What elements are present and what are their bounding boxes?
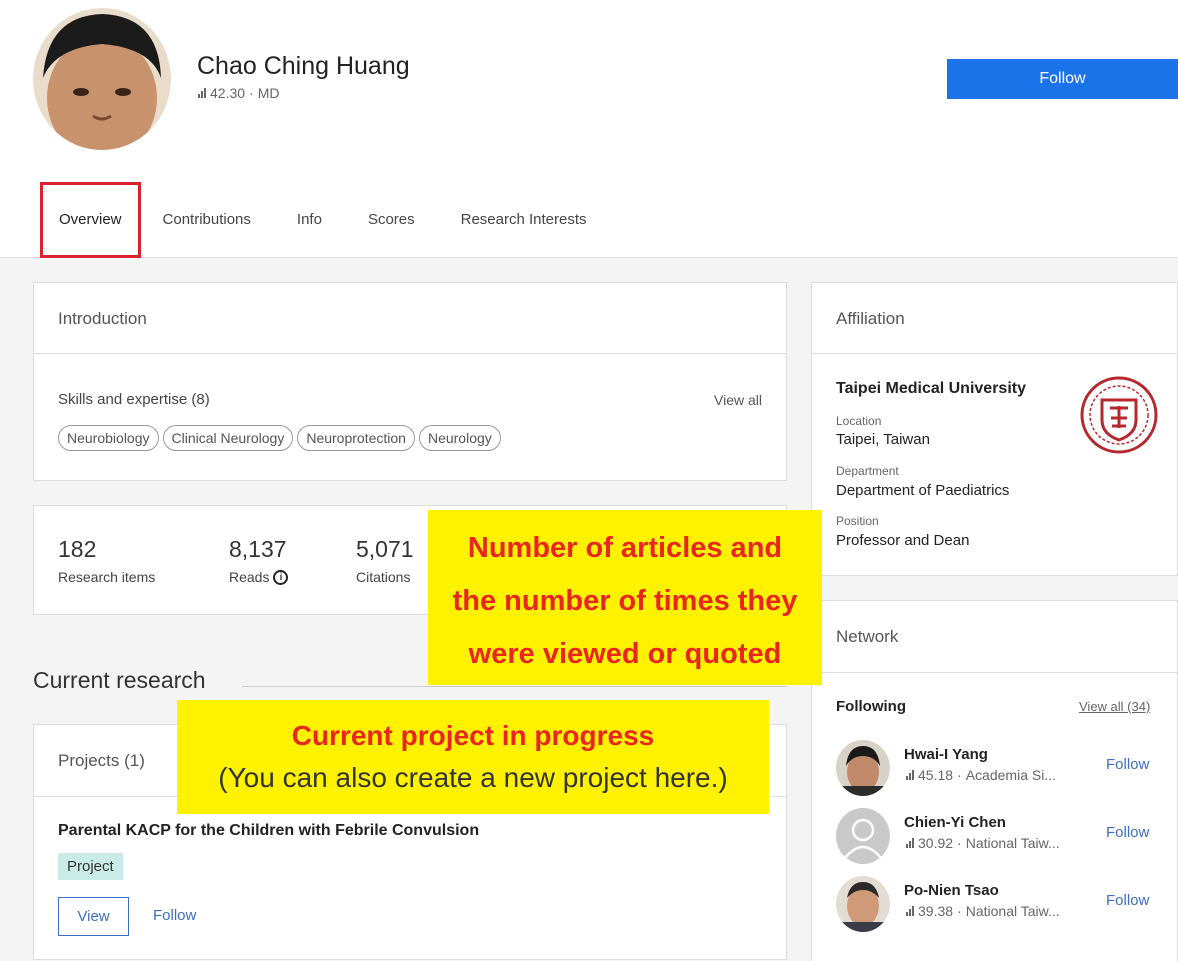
callout-line: the number of times they xyxy=(452,585,798,617)
skill-chip[interactable]: Clinical Neurology xyxy=(162,425,294,451)
info-icon[interactable]: i xyxy=(273,569,289,585)
score-bars-icon xyxy=(198,88,206,98)
person-follow-link[interactable]: Follow xyxy=(1106,756,1149,773)
skills-title: Skills and expertise (8) xyxy=(58,391,210,408)
stat-citations[interactable]: 5,071 Citations xyxy=(356,536,414,585)
current-research-heading: Current research xyxy=(33,667,206,693)
stats-annotation-callout: Number of articles and the number of tim… xyxy=(428,510,822,685)
score-bars-icon xyxy=(906,906,914,916)
heading-rule xyxy=(242,686,787,687)
affiliation-card: Affiliation Taipei Medical University Lo… xyxy=(811,282,1178,576)
stat-value: 5,071 xyxy=(356,536,414,562)
callout-title: Current project in progress xyxy=(291,720,655,751)
person-meta: 45.18 · Academia Si... xyxy=(906,767,1056,783)
stat-value: 8,137 xyxy=(229,536,287,562)
affiliation-title: Affiliation xyxy=(836,309,905,328)
person-name: Hwai-I Yang xyxy=(904,746,988,763)
projects-title: Projects (1) xyxy=(58,751,145,770)
skills-view-all-link[interactable]: View all xyxy=(714,392,762,408)
callout-subtitle: (You can also create a new project here.… xyxy=(218,762,728,793)
introduction-card: Introduction Skills and expertise (8) Vi… xyxy=(33,282,787,481)
tab-research-interests[interactable]: Research Interests xyxy=(445,182,603,258)
person-name: Po-Nien Tsao xyxy=(904,882,999,899)
callout-line: Number of articles and xyxy=(467,532,783,564)
stat-label: Reads i xyxy=(229,569,289,585)
profile-score: 42.30 · MD xyxy=(198,85,280,101)
position-value: Professor and Dean xyxy=(836,532,970,549)
profile-header: Chao Ching Huang 42.30 · MD Follow Overv… xyxy=(0,0,1178,258)
following-label: Following xyxy=(836,698,906,715)
person-avatar xyxy=(836,740,890,796)
score-value: 42.30 xyxy=(210,85,246,101)
skill-chip[interactable]: Neuroprotection xyxy=(297,425,415,451)
tab-contributions[interactable]: Contributions xyxy=(147,182,267,258)
callout-line: were viewed or quoted xyxy=(468,638,782,670)
network-person[interactable]: Po-Nien Tsao 39.38 · National Taiw... Foll… xyxy=(836,876,1166,936)
skills-list: Neurobiology Clinical Neurology Neuroprote… xyxy=(58,425,505,451)
network-person[interactable]: Hwai-I Yang 45.18 · Academia Si... Follow xyxy=(836,740,1166,800)
person-avatar xyxy=(836,876,890,932)
separator: · xyxy=(249,85,254,101)
person-follow-link[interactable]: Follow xyxy=(1106,892,1149,909)
divider xyxy=(812,672,1177,673)
institution-name[interactable]: Taipei Medical University xyxy=(836,380,1026,398)
score-bars-icon xyxy=(906,770,914,780)
person-meta: 30.92 · National Taiw... xyxy=(906,835,1060,851)
tab-overview[interactable]: Overview xyxy=(40,182,141,258)
person-avatar-placeholder xyxy=(836,808,890,864)
degree: MD xyxy=(257,85,280,101)
tab-scores[interactable]: Scores xyxy=(352,182,431,258)
network-person[interactable]: Chien-Yi Chen 30.92 · National Taiw... Fol… xyxy=(836,808,1166,868)
divider xyxy=(34,353,786,354)
profile-name: Chao Ching Huang xyxy=(197,52,410,80)
location-value: Taipei, Taiwan xyxy=(836,431,930,448)
university-seal-icon xyxy=(1080,376,1158,454)
divider xyxy=(812,353,1177,354)
stat-label: Citations xyxy=(356,569,411,585)
project-badge: Project xyxy=(58,853,123,880)
person-follow-link[interactable]: Follow xyxy=(1106,824,1149,841)
stat-label: Research items xyxy=(58,569,156,585)
skill-chip[interactable]: Neurobiology xyxy=(58,425,159,451)
stat-research-items[interactable]: 182 Research items xyxy=(58,536,155,585)
network-title: Network xyxy=(836,627,899,646)
person-name: Chien-Yi Chen xyxy=(904,814,1006,831)
tab-info[interactable]: Info xyxy=(281,182,338,258)
profile-tabs: Overview Contributions Info Scores Resea… xyxy=(40,182,603,258)
position-label: Position xyxy=(836,514,879,528)
project-name[interactable]: Parental KACP for the Children with Febr… xyxy=(58,822,479,840)
stat-value: 182 xyxy=(58,536,97,562)
department-label: Department xyxy=(836,464,899,478)
skill-chip[interactable]: Neurology xyxy=(418,425,501,451)
profile-avatar xyxy=(33,8,171,150)
score-bars-icon xyxy=(906,838,914,848)
following-view-all-link[interactable]: View all (34) xyxy=(1079,699,1150,714)
department-value: Department of Paediatrics xyxy=(836,482,1010,499)
follow-button[interactable]: Follow xyxy=(947,59,1178,99)
project-annotation-callout: Current project in progress (You can als… xyxy=(177,700,769,814)
project-follow-link[interactable]: Follow xyxy=(153,907,196,924)
person-meta: 39.38 · National Taiw... xyxy=(906,903,1060,919)
project-view-button[interactable]: View xyxy=(58,897,129,936)
stat-reads[interactable]: 8,137 Reads i xyxy=(229,536,289,585)
introduction-title: Introduction xyxy=(58,309,147,328)
location-label: Location xyxy=(836,414,882,428)
